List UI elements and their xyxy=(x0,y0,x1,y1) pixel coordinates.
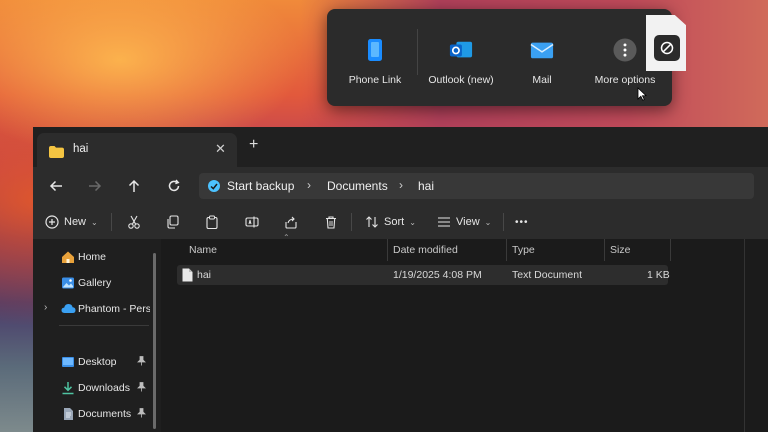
file-type: Text Document xyxy=(512,269,583,281)
file-name: hai xyxy=(197,269,212,281)
mail-icon xyxy=(530,38,554,62)
command-bar: New ⌄ Sort ⌄ View ⌄ ••• xyxy=(33,205,768,240)
sidebar-label: Gallery xyxy=(78,277,112,289)
chevron-right-icon: › xyxy=(399,178,403,192)
breadcrumb-documents[interactable]: Documents xyxy=(327,179,388,193)
share-target-mail[interactable]: Mail xyxy=(511,9,573,106)
more-options-icon xyxy=(613,38,637,62)
tab-hai[interactable]: hai ✕ xyxy=(37,133,237,167)
column-divider[interactable] xyxy=(506,239,507,261)
download-icon xyxy=(61,381,75,398)
breadcrumb-hai[interactable]: hai xyxy=(418,179,434,193)
column-divider[interactable] xyxy=(387,239,388,261)
content-scrollbar-track[interactable] xyxy=(744,239,745,432)
gallery-icon xyxy=(61,276,75,293)
delete-icon[interactable] xyxy=(324,211,338,233)
share-label: More options xyxy=(594,74,656,86)
chevron-down-icon: ⌄ xyxy=(409,217,416,227)
address-bar[interactable]: Start backup › Documents › hai xyxy=(199,173,754,199)
close-tab-icon[interactable]: ✕ xyxy=(215,141,226,157)
share-flyout: Phone Link Outlook (new) Mail More optio… xyxy=(327,9,672,106)
onedrive-cloud-icon xyxy=(61,302,76,317)
sidebar-item-downloads[interactable]: Downloads xyxy=(33,377,157,399)
sidebar-item-onedrive[interactable]: › Phantom - Persc xyxy=(33,298,157,320)
desktop-icon xyxy=(61,355,75,372)
text-file-icon xyxy=(182,268,193,287)
column-header-date[interactable]: Date modified xyxy=(393,244,458,266)
sidebar-item-documents[interactable]: Documents xyxy=(33,403,157,425)
sort-icon xyxy=(366,216,378,228)
breadcrumb-start-backup[interactable]: Start backup xyxy=(227,179,294,193)
file-date: 1/19/2025 4:08 PM xyxy=(393,269,482,281)
file-size: 1 KB xyxy=(647,269,670,281)
more-options-button[interactable]: ••• xyxy=(515,211,529,233)
sidebar-item-home[interactable]: Home xyxy=(33,246,157,268)
sort-button[interactable]: Sort ⌄ xyxy=(365,211,416,233)
share-target-outlook[interactable]: Outlook (new) xyxy=(423,9,499,106)
sidebar-label: Home xyxy=(78,251,107,263)
share-target-phone-link[interactable]: Phone Link xyxy=(339,9,411,106)
column-header-name[interactable]: Name xyxy=(189,244,217,266)
chevron-right-icon: › xyxy=(307,178,311,192)
column-divider[interactable] xyxy=(604,239,605,261)
address-row: Start backup › Documents › hai xyxy=(33,167,768,205)
sidebar-scrollbar[interactable] xyxy=(153,253,156,429)
toolbar-divider xyxy=(503,213,504,231)
block-icon[interactable] xyxy=(654,35,680,61)
pin-icon[interactable] xyxy=(137,408,146,420)
sidebar-item-gallery[interactable]: Gallery xyxy=(33,272,157,294)
pin-icon[interactable] xyxy=(137,356,146,368)
share-divider xyxy=(417,29,418,75)
navigation-pane: Home Gallery › Phantom - Persc Desktop D… xyxy=(33,239,161,432)
share-label: Outlook (new) xyxy=(428,74,494,86)
column-header-size[interactable]: Size xyxy=(610,244,630,266)
toolbar-divider xyxy=(351,213,352,231)
rename-icon[interactable] xyxy=(245,211,259,233)
plus-circle-icon xyxy=(45,215,59,229)
column-divider[interactable] xyxy=(670,239,671,261)
new-button-label: New xyxy=(64,216,87,228)
new-tab-button[interactable]: + xyxy=(249,136,258,154)
view-list-icon xyxy=(438,217,450,227)
view-button[interactable]: View ⌄ xyxy=(437,211,491,233)
cut-icon[interactable] xyxy=(127,211,141,233)
chevron-down-icon: ⌄ xyxy=(484,217,492,227)
refresh-icon[interactable] xyxy=(163,175,185,197)
copy-icon[interactable] xyxy=(166,211,180,233)
file-row[interactable]: hai 1/19/2025 4:08 PM Text Document 1 KB xyxy=(177,265,670,287)
sidebar-item-desktop[interactable]: Desktop xyxy=(33,351,157,373)
chevron-down-icon: ⌄ xyxy=(91,217,98,227)
folder-icon xyxy=(49,145,64,163)
documents-icon xyxy=(61,407,75,424)
home-icon xyxy=(61,250,75,267)
back-arrow-icon[interactable] xyxy=(45,175,67,197)
phone-link-icon xyxy=(363,38,387,62)
forward-arrow-icon[interactable] xyxy=(84,175,106,197)
toolbar-divider xyxy=(111,213,112,231)
file-list: ⌃ Name Date modified Type Size hai 1/19/… xyxy=(161,233,768,432)
paste-icon[interactable] xyxy=(205,211,219,233)
mouse-cursor-icon xyxy=(637,87,647,106)
sort-label: Sort xyxy=(384,216,405,228)
share-label: Phone Link xyxy=(348,74,402,86)
sidebar-divider xyxy=(59,325,149,326)
new-button[interactable]: New ⌄ xyxy=(45,211,98,233)
backup-cloud-icon xyxy=(207,179,221,198)
view-label: View xyxy=(456,216,480,228)
chevron-right-icon: › xyxy=(44,302,48,313)
share-label: Mail xyxy=(532,74,552,86)
up-arrow-icon[interactable] xyxy=(123,175,145,197)
tab-bar: hai ✕ + xyxy=(33,127,768,167)
share-icon[interactable] xyxy=(284,211,298,233)
tab-title: hai xyxy=(73,143,89,155)
pin-icon[interactable] xyxy=(137,382,146,394)
file-explorer-window: hai ✕ + Start backup › Documents › hai N… xyxy=(33,127,768,432)
outlook-icon xyxy=(449,38,473,62)
column-header-type[interactable]: Type xyxy=(512,244,535,266)
sidebar-label: Phantom - Persc xyxy=(78,303,150,315)
sort-ascending-icon: ⌃ xyxy=(283,233,290,242)
